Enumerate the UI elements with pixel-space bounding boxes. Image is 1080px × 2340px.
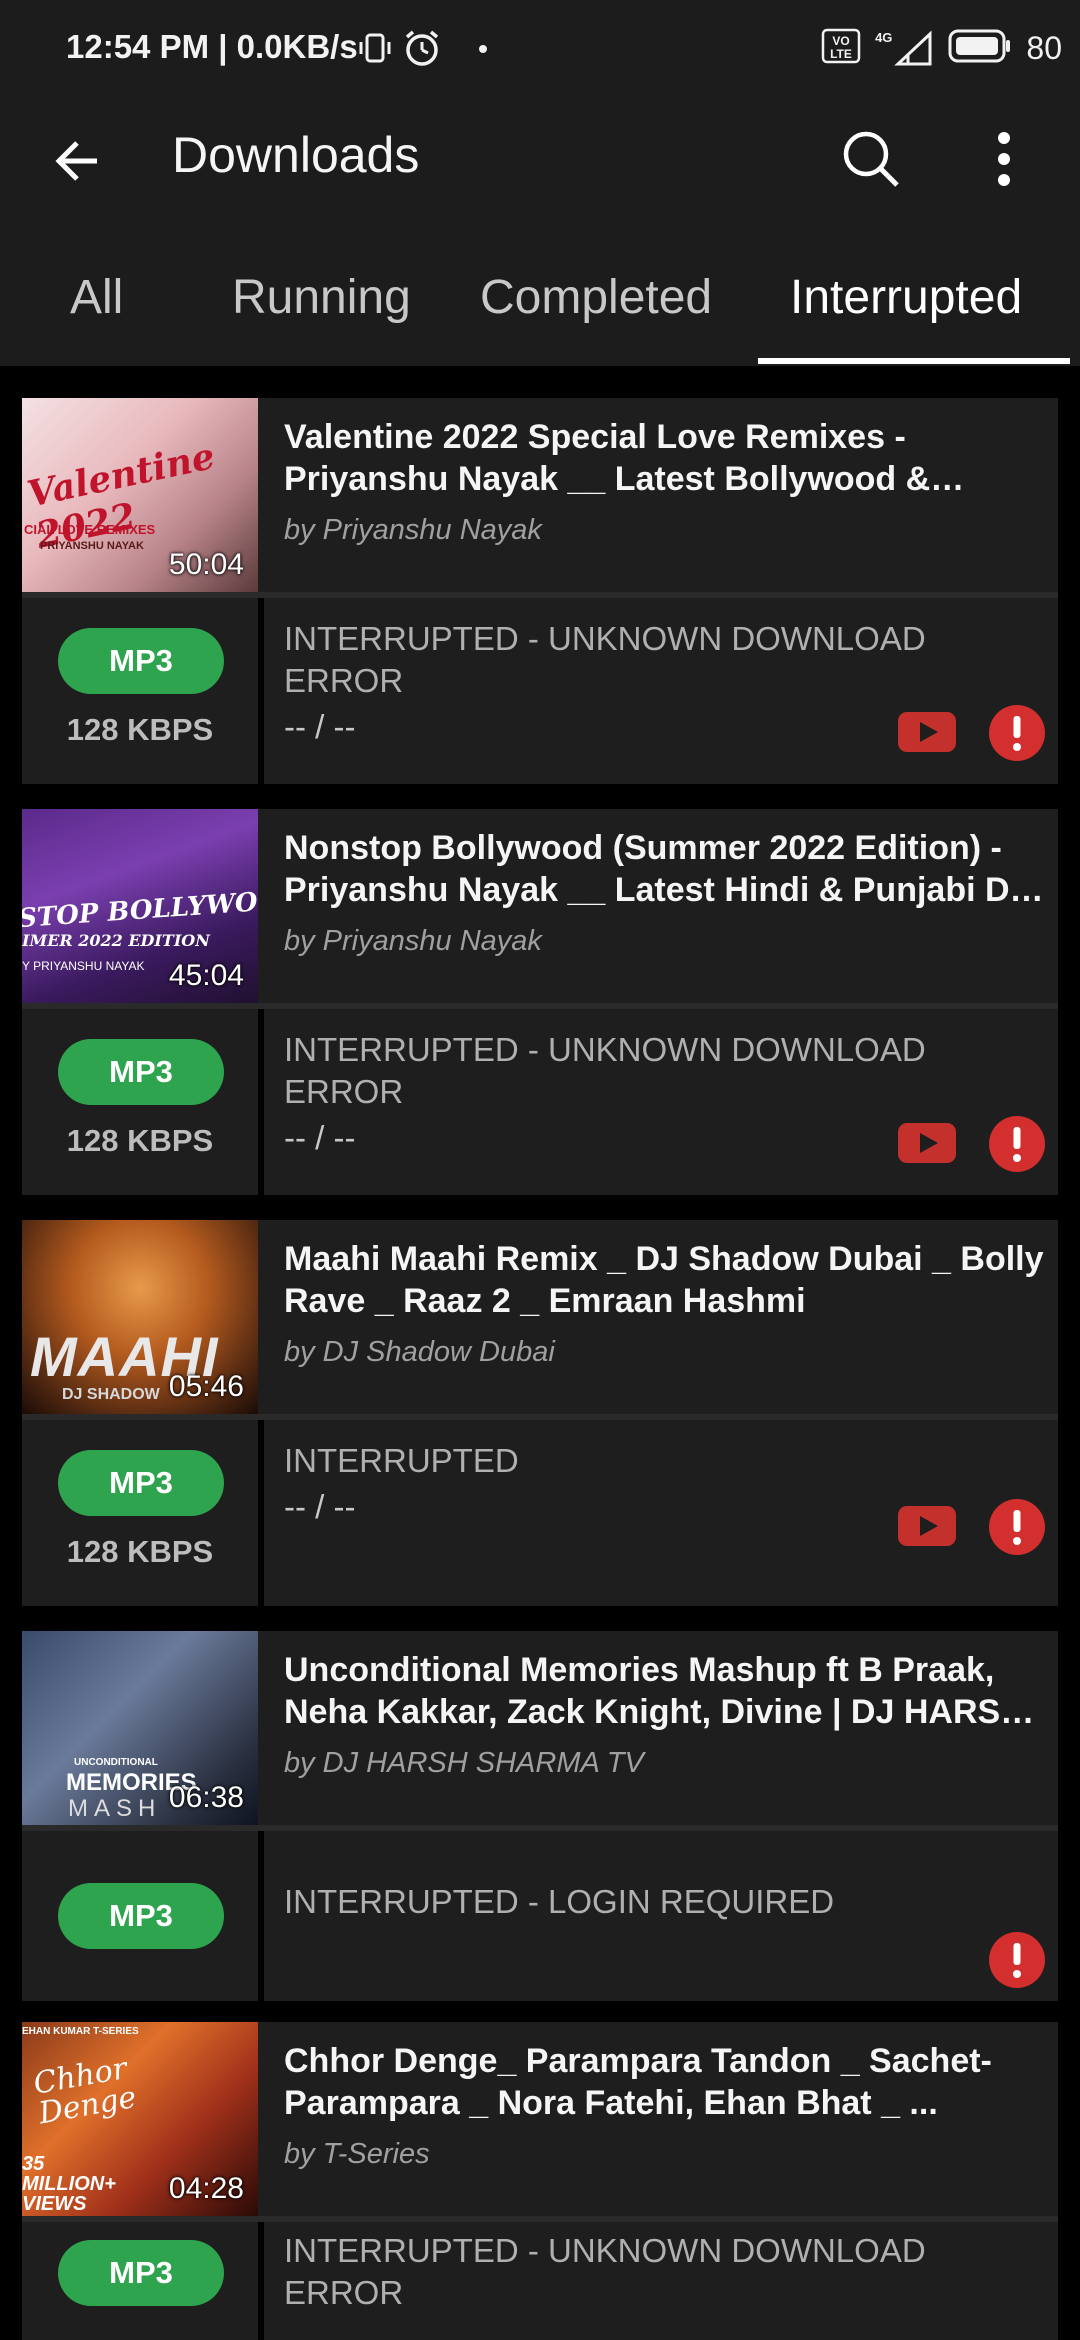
thumbnail-artist-text: EHAN KUMAR T-SERIES [22, 2026, 139, 2037]
network-type-label: 4G [875, 30, 893, 45]
format-badge[interactable]: MP3 [58, 2240, 224, 2306]
download-status-row: MP3 128 KBPS INTERRUPTED -- / -- [22, 1420, 1058, 1606]
video-thumbnail[interactable]: MAAHI DJ SHADOW 05:46 [22, 1220, 258, 1414]
search-button[interactable] [836, 124, 906, 194]
error-icon[interactable] [988, 704, 1046, 762]
tab-interrupted[interactable]: Interrupted [790, 270, 1022, 325]
channel-name: by DJ HARSH SHARMA TV [284, 1747, 644, 1779]
download-item[interactable]: Valentine 2022 CIAL LOVE REMIXES PRIYANS… [22, 398, 1058, 786]
channel-name: by T-Series [284, 2138, 430, 2170]
svg-text:LTE: LTE [830, 47, 852, 61]
vibrate-icon [358, 31, 392, 70]
thumbnail-subtitle-text: DJ SHADOW [62, 1386, 160, 1403]
video-title: Chhor Denge_ Parampara Tandon _ Sachet-P… [284, 2042, 992, 2122]
signal-4g-icon: 4G [875, 30, 934, 66]
thumbnail-subtitle-text: CIAL LOVE REMIXES [24, 522, 156, 537]
download-status-row: MP3 128 KBPS INTERRUPTED - UNKNOWN DOWNL… [22, 1009, 1058, 1195]
error-icon[interactable] [988, 1498, 1046, 1556]
download-item[interactable]: MAAHI DJ SHADOW 05:46 Maahi Maahi Remix … [22, 1220, 1058, 1608]
arrow-left-icon [55, 141, 97, 181]
format-badge[interactable]: MP3 [58, 1039, 224, 1105]
download-status-row: MP3 INTERRUPTED - LOGIN REQUIRED [22, 1831, 1058, 2001]
page-title: Downloads [172, 127, 420, 183]
video-info-row[interactable]: Valentine 2022 CIAL LOVE REMIXES PRIYANS… [22, 398, 1058, 592]
youtube-icon[interactable] [898, 1506, 956, 1546]
video-info-row[interactable]: UNCONDITIONAL MEMORIES MASH 06:38 Uncond… [22, 1631, 1058, 1825]
bitrate-label: 128 KBPS [66, 1534, 214, 1569]
search-icon [843, 131, 899, 187]
video-duration: 50:04 [168, 548, 244, 581]
format-badge[interactable]: MP3 [58, 1450, 224, 1516]
error-icon[interactable] [988, 1931, 1046, 1989]
download-status-text: INTERRUPTED - UNKNOWN DOWNLOAD ERROR [284, 2232, 926, 2311]
tab-running[interactable]: Running [232, 270, 411, 325]
download-progress-text: -- / -- [284, 1119, 356, 1156]
youtube-icon[interactable] [898, 1123, 956, 1163]
thumbnail-subtitle-text: IMER 2022 EDITION [22, 931, 210, 950]
video-title: Unconditional Memories Mashup ft B Praak… [284, 1651, 1025, 1731]
alarm-icon [402, 28, 442, 73]
battery-level: 80 [1026, 29, 1062, 66]
download-item[interactable]: EHAN KUMAR T-SERIES Chhor Denge 35 MILLI… [22, 2022, 1058, 2340]
video-duration: 45:04 [168, 959, 244, 992]
video-title: Valentine 2022 Special Love Remixes - Pr… [284, 418, 931, 498]
back-button[interactable] [44, 128, 110, 194]
notification-dot-icon [478, 41, 488, 59]
status-time-speed: 12:54 PM | 0.0KB/s [66, 28, 358, 65]
video-info-row[interactable]: STOP BOLLYWOO IMER 2022 EDITION Y PRIYAN… [22, 809, 1058, 1003]
download-item[interactable]: UNCONDITIONAL MEMORIES MASH 06:38 Uncond… [22, 1631, 1058, 2001]
video-thumbnail[interactable]: STOP BOLLYWOO IMER 2022 EDITION Y PRIYAN… [22, 809, 258, 1003]
channel-name: by Priyanshu Nayak [284, 925, 542, 957]
active-tab-indicator [758, 358, 1070, 364]
download-status-text: INTERRUPTED [284, 1442, 519, 1479]
thumbnail-artist-text: PRIYANSHU NAYAK [40, 540, 144, 552]
video-info-row[interactable]: EHAN KUMAR T-SERIES Chhor Denge 35 MILLI… [22, 2022, 1058, 2216]
download-progress-text: -- / -- [284, 1488, 356, 1525]
more-options-button[interactable] [974, 124, 1034, 194]
download-status-row: MP3 128 KBPS INTERRUPTED - UNKNOWN DOWNL… [22, 598, 1058, 784]
download-status-text: INTERRUPTED - LOGIN REQUIRED [284, 1883, 835, 1920]
video-thumbnail[interactable]: Valentine 2022 CIAL LOVE REMIXES PRIYANS… [22, 398, 258, 592]
channel-name: by DJ Shadow Dubai [284, 1336, 555, 1368]
download-item[interactable]: STOP BOLLYWOO IMER 2022 EDITION Y PRIYAN… [22, 809, 1058, 1197]
download-status-text: INTERRUPTED - UNKNOWN DOWNLOAD ERROR [284, 1031, 926, 1110]
bitrate-label: 128 KBPS [66, 1123, 214, 1158]
thumbnail-views-text: 35 MILLION+ VIEWS [22, 2153, 116, 2215]
download-progress-text: -- / -- [284, 708, 356, 745]
video-title: Maahi Maahi Remix _ DJ Shadow Dubai _ Bo… [284, 1240, 1044, 1320]
video-duration: 04:28 [168, 2172, 244, 2205]
download-status-text: INTERRUPTED - UNKNOWN DOWNLOAD ERROR [284, 620, 926, 699]
more-vertical-icon [998, 132, 1010, 186]
thumbnail-title-text: Valentine 2022 [23, 435, 219, 557]
video-thumbnail[interactable]: UNCONDITIONAL MEMORIES MASH 06:38 [22, 1631, 258, 1825]
thumbnail-title-text: STOP BOLLYWOO [22, 885, 258, 935]
tab-bar: All Running Completed Interrupted [0, 240, 1080, 366]
bitrate-label: 128 KBPS [66, 712, 214, 747]
format-badge[interactable]: MP3 [58, 628, 224, 694]
channel-name: by Priyanshu Nayak [284, 514, 542, 546]
svg-text:VO: VO [832, 34, 849, 48]
tab-all[interactable]: All [70, 270, 123, 325]
tab-completed[interactable]: Completed [480, 270, 712, 325]
video-info-row[interactable]: MAAHI DJ SHADOW 05:46 Maahi Maahi Remix … [22, 1220, 1058, 1414]
download-status-row: MP3 INTERRUPTED - UNKNOWN DOWNLOAD ERROR [22, 2222, 1058, 2340]
video-duration: 06:38 [168, 1781, 244, 1814]
thumbnail-artist-text: Y PRIYANSHU NAYAK [22, 959, 145, 973]
thumbnail-artist-text: MASH [68, 1795, 162, 1822]
downloads-list: Valentine 2022 CIAL LOVE REMIXES PRIYANS… [0, 366, 1080, 2340]
thumbnail-title-text: Chhor Denge [30, 2050, 139, 2132]
video-duration: 05:46 [168, 1370, 244, 1403]
video-thumbnail[interactable]: EHAN KUMAR T-SERIES Chhor Denge 35 MILLI… [22, 2022, 258, 2216]
thumbnail-subtitle-text: UNCONDITIONAL [74, 1757, 158, 1768]
video-title: Nonstop Bollywood (Summer 2022 Edition) … [284, 829, 1029, 909]
format-badge[interactable]: MP3 [58, 1883, 224, 1949]
error-icon[interactable] [988, 1115, 1046, 1173]
volte-icon: VO LTE [821, 26, 861, 71]
youtube-icon[interactable] [898, 712, 956, 752]
battery-icon [948, 28, 1012, 69]
status-bar: 12:54 PM | 0.0KB/s VO LTE 4G 80 [0, 0, 1080, 100]
